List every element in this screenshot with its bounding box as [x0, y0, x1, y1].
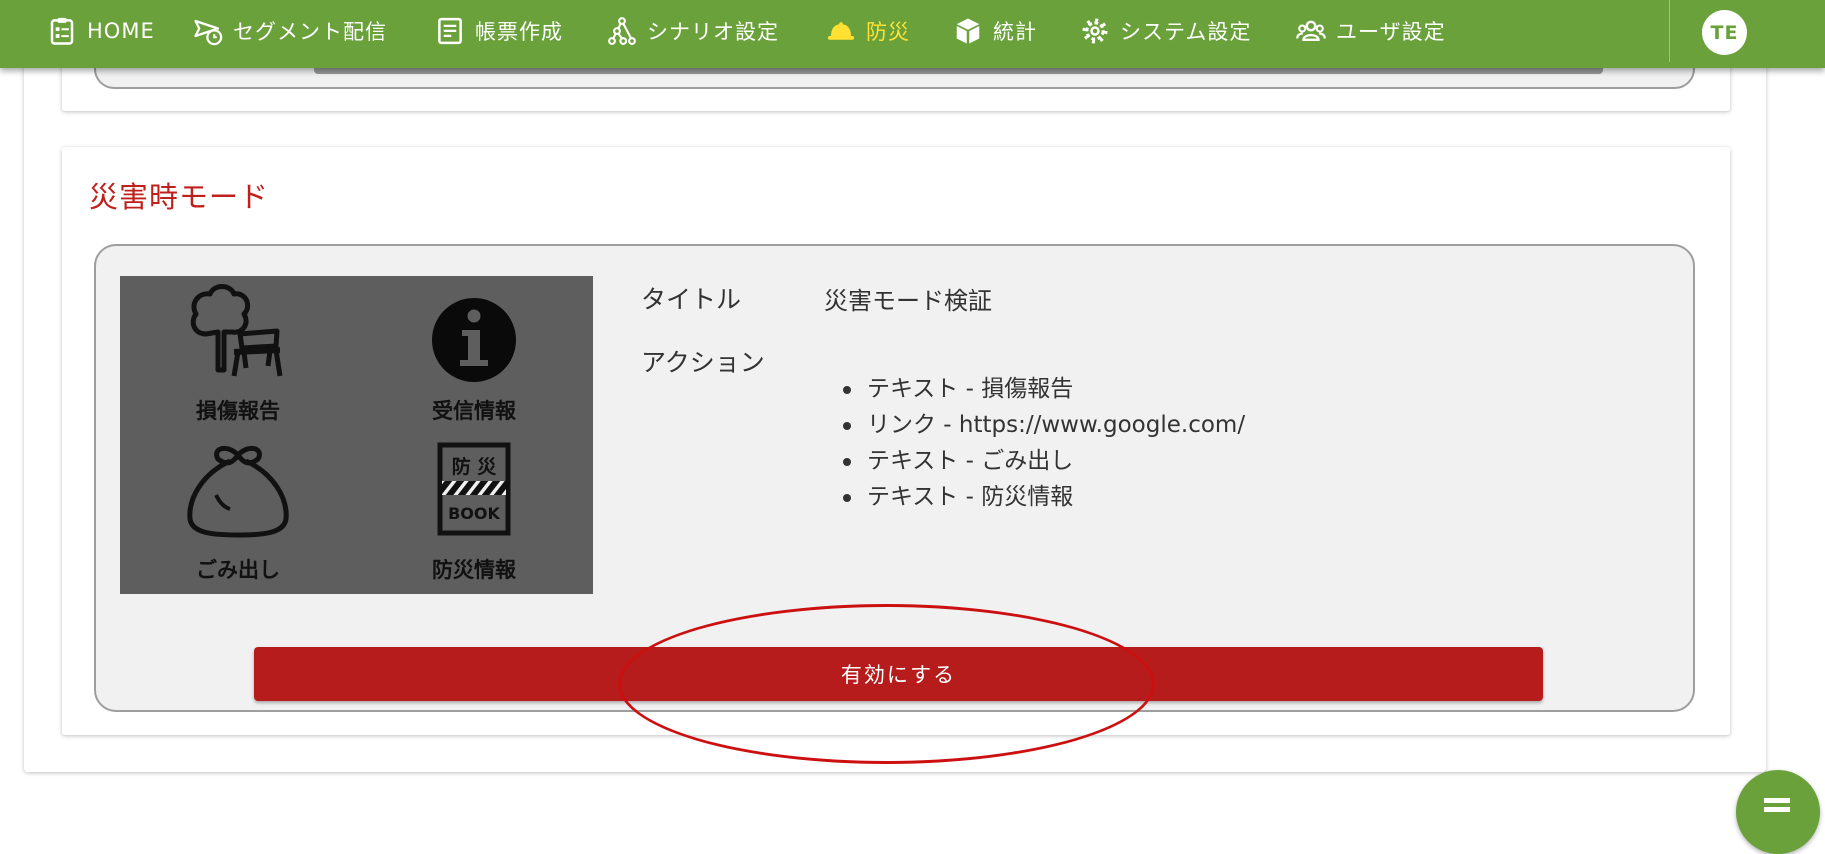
- menu-cell-label: 受信情報: [432, 399, 516, 423]
- scenario-tree-icon: [608, 17, 636, 45]
- menu-cell-damage-report: 損傷報告: [120, 276, 356, 435]
- nav-item-form-creation[interactable]: 帳票作成: [435, 0, 563, 62]
- users-icon: [1296, 20, 1326, 41]
- nav-item-label: セグメント配信: [233, 20, 387, 44]
- action-item: テキスト - 防災情報: [841, 479, 1245, 515]
- book-title-text: 防 災: [452, 455, 498, 478]
- disaster-mode-card: 災害時モード 損傷報告 受信情報 ごみ出し 防 災 BOOK 防災情報 タイトル…: [62, 147, 1730, 735]
- nav-item-system-settings[interactable]: システム設定: [1080, 0, 1251, 62]
- top-navbar: HOME セグメント配信 帳票作成 シナリオ設定 防災 統計 システム設定 ユー…: [0, 0, 1825, 68]
- action-item: テキスト - ごみ出し: [841, 443, 1245, 479]
- nav-item-label: 統計: [993, 20, 1037, 44]
- form-document-icon: [438, 17, 462, 45]
- nav-item-home[interactable]: HOME: [47, 0, 155, 62]
- menu-cell-label: 防災情報: [432, 558, 516, 582]
- menu-cell-garbage: ごみ出し: [120, 435, 356, 594]
- send-clock-icon: [194, 19, 223, 46]
- book-subtitle-text: BOOK: [448, 504, 500, 523]
- floating-action-button[interactable]: [1736, 770, 1820, 854]
- navbar-divider: [1669, 0, 1670, 62]
- nav-item-segment-delivery[interactable]: セグメント配信: [193, 0, 387, 62]
- enable-button[interactable]: 有効にする: [254, 647, 1543, 701]
- menu-cell-label: ごみ出し: [196, 558, 280, 582]
- disaster-mode-panel: 損傷報告 受信情報 ごみ出し 防 災 BOOK 防災情報 タイトル 災害モード検…: [94, 244, 1695, 712]
- menu-cell-label: 損傷報告: [196, 399, 280, 423]
- action-item: リンク - https://www.google.com/: [841, 407, 1245, 443]
- menu-cell-disaster-info: 防 災 BOOK 防災情報: [356, 435, 592, 594]
- clipboard-list-icon: [50, 17, 74, 45]
- title-value: 災害モード検証: [824, 287, 992, 315]
- nav-item-disaster-prevention[interactable]: 防災: [826, 0, 910, 62]
- nav-item-user-settings[interactable]: ユーザ設定: [1296, 0, 1446, 62]
- action-list: テキスト - 損傷報告 リンク - https://www.google.com…: [841, 371, 1245, 515]
- menu-cell-received-info: 受信情報: [356, 276, 592, 435]
- nav-item-label: シナリオ設定: [647, 20, 779, 44]
- hard-hat-icon: [827, 22, 855, 40]
- cube-icon: [956, 18, 980, 44]
- nav-item-label: ユーザ設定: [1336, 20, 1446, 44]
- nav-item-label: 帳票作成: [475, 20, 563, 44]
- rich-menu-image: 損傷報告 受信情報 ごみ出し 防 災 BOOK 防災情報: [120, 276, 593, 594]
- avatar[interactable]: TE: [1702, 10, 1747, 55]
- section-title: 災害時モード: [89, 180, 270, 214]
- actions-label: アクション: [641, 348, 765, 377]
- action-item: テキスト - 損傷報告: [841, 371, 1245, 407]
- gear-icon: [1082, 18, 1108, 44]
- nav-item-label: HOME: [87, 19, 155, 43]
- nav-item-statistics[interactable]: 統計: [953, 0, 1037, 62]
- nav-item-scenario-settings[interactable]: シナリオ設定: [607, 0, 779, 62]
- nav-item-label: システム設定: [1120, 20, 1252, 44]
- nav-item-label: 防災: [866, 20, 910, 44]
- title-label: タイトル: [641, 285, 742, 314]
